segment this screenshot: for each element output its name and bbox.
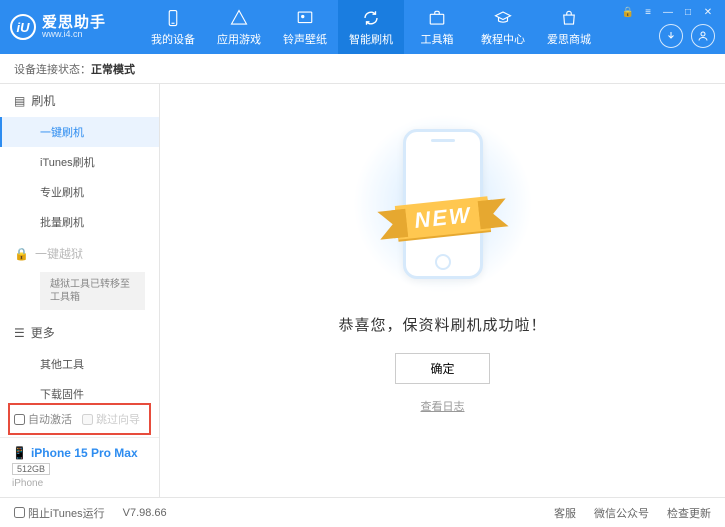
header-controls: 🔒 ≡ — □ ✕: [621, 7, 715, 48]
view-log-link[interactable]: 查看日志: [421, 398, 465, 414]
more-icon: ☰: [14, 326, 25, 340]
sidebar: ▤ 刷机 一键刷机 iTunes刷机 专业刷机 批量刷机 🔒 一键越狱 越狱工具…: [0, 84, 160, 497]
footer-link-wechat[interactable]: 微信公众号: [594, 505, 649, 521]
status-value: 正常模式: [91, 61, 135, 77]
nav-my-device[interactable]: 我的设备: [140, 0, 206, 54]
main-nav: 我的设备 应用游戏 铃声壁纸 智能刷机 工具箱 教程中心 爱思商城: [140, 0, 621, 54]
app-logo: iU 爱思助手 www.i4.cn: [10, 14, 140, 40]
app-header: iU 爱思助手 www.i4.cn 我的设备 应用游戏 铃声壁纸 智能刷机 工具…: [0, 0, 725, 54]
footer-link-support[interactable]: 客服: [554, 505, 576, 521]
lock-icon[interactable]: 🔒: [621, 7, 635, 18]
app-name: 爱思助手: [42, 15, 106, 30]
apps-icon: [229, 8, 249, 28]
option-checks: 自动激活 跳过向导: [8, 403, 151, 435]
nav-ringtones[interactable]: 铃声壁纸: [272, 0, 338, 54]
nav-flash[interactable]: 智能刷机: [338, 0, 404, 54]
cap-icon: [493, 8, 513, 28]
device-type: iPhone: [12, 478, 147, 489]
briefcase-icon: [427, 8, 447, 28]
sidebar-item-tools[interactable]: 其他工具: [0, 349, 159, 379]
sidebar-item-firmware[interactable]: 下载固件: [0, 379, 159, 401]
user-button[interactable]: [691, 24, 715, 48]
group-more[interactable]: ☰ 更多: [0, 316, 159, 349]
status-bar: 设备连接状态： 正常模式: [0, 54, 725, 84]
group-jailbreak: 🔒 一键越狱: [0, 237, 159, 270]
jailbreak-note: 越狱工具已转移至工具箱: [40, 272, 145, 310]
block-itunes-check[interactable]: 阻止iTunes运行: [14, 505, 105, 521]
sidebar-item-pro[interactable]: 专业刷机: [0, 177, 159, 207]
bag-icon: [559, 8, 579, 28]
auto-activate-check[interactable]: 自动激活: [14, 411, 72, 427]
menu-icon[interactable]: ≡: [641, 7, 655, 18]
device-storage: 512GB: [12, 463, 50, 475]
nav-toolbox[interactable]: 工具箱: [404, 0, 470, 54]
skip-guide-check[interactable]: 跳过向导: [82, 411, 140, 427]
footer-link-update[interactable]: 检查更新: [667, 505, 711, 521]
logo-badge: iU: [10, 14, 36, 40]
list-icon: ▤: [14, 94, 25, 108]
close-icon[interactable]: ✕: [701, 7, 715, 18]
sidebar-item-itunes[interactable]: iTunes刷机: [0, 147, 159, 177]
sidebar-item-batch[interactable]: 批量刷机: [0, 207, 159, 237]
version-label: V7.98.66: [123, 507, 167, 519]
lock-icon: 🔒: [14, 247, 29, 261]
minimize-icon[interactable]: —: [661, 7, 675, 18]
main-content: NEW 恭喜您，保资料刷机成功啦！ 确定 查看日志: [160, 84, 725, 497]
nav-apps[interactable]: 应用游戏: [206, 0, 272, 54]
nav-tutorials[interactable]: 教程中心: [470, 0, 536, 54]
device-name[interactable]: 📱 iPhone 15 Pro Max: [12, 446, 147, 460]
ok-button[interactable]: 确定: [395, 353, 489, 384]
app-domain: www.i4.cn: [42, 30, 106, 39]
status-label: 设备连接状态：: [14, 61, 91, 77]
phone-icon: 📱: [12, 446, 27, 460]
download-button[interactable]: [659, 24, 683, 48]
footer: 阻止iTunes运行 V7.98.66 客服 微信公众号 检查更新: [0, 497, 725, 527]
image-icon: [295, 8, 315, 28]
group-flash[interactable]: ▤ 刷机: [0, 84, 159, 117]
maximize-icon[interactable]: □: [681, 7, 695, 18]
success-illustration: NEW: [333, 114, 553, 294]
phone-icon: [163, 8, 183, 28]
refresh-icon: [361, 8, 381, 28]
nav-store[interactable]: 爱思商城: [536, 0, 602, 54]
success-message: 恭喜您，保资料刷机成功啦！: [338, 314, 546, 335]
device-panel: 📱 iPhone 15 Pro Max 512GB iPhone: [0, 437, 159, 497]
sidebar-item-oneclick[interactable]: 一键刷机: [0, 117, 159, 147]
